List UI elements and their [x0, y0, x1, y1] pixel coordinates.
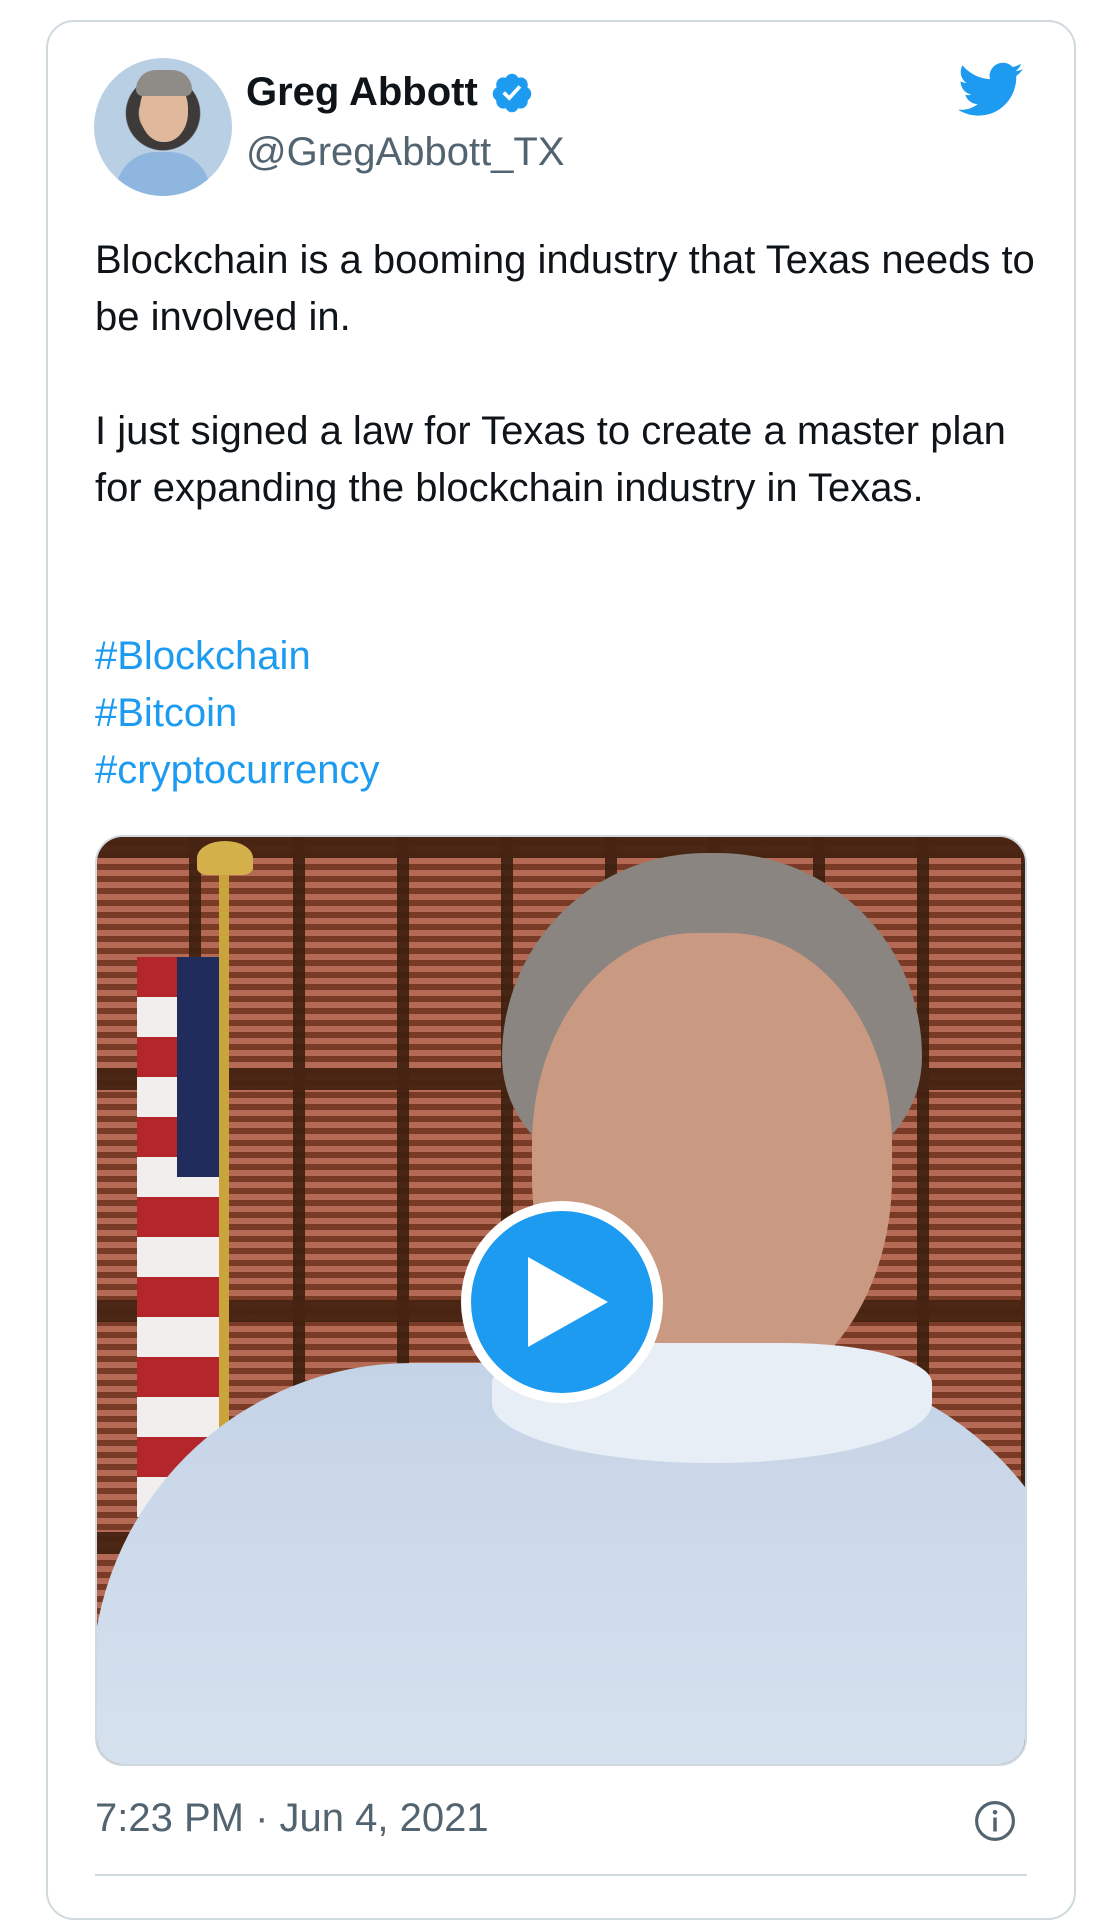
avatar-shirt [116, 152, 210, 196]
play-button[interactable] [461, 1201, 663, 1403]
author-handle[interactable]: @GregAbbott_TX [246, 130, 565, 175]
flag-eagle [197, 841, 253, 875]
tweet-timestamp[interactable]: 7:23 PM · Jun 4, 2021 [95, 1796, 489, 1841]
hashtag-link[interactable]: #Blockchain [95, 628, 380, 685]
author-name-row[interactable]: Greg Abbott [246, 70, 534, 115]
twitter-bird-icon[interactable] [958, 62, 1024, 118]
tweet-paragraph: Blockchain is a booming industry that Te… [95, 238, 1035, 339]
avatar-hair [136, 70, 192, 96]
tweet-paragraph: I just signed a law for Texas to create … [95, 409, 1006, 510]
verified-badge-icon [492, 73, 532, 112]
video-person [97, 843, 1025, 1764]
play-icon [528, 1257, 608, 1347]
video-player[interactable] [95, 835, 1027, 1766]
divider [95, 1874, 1027, 1876]
avatar[interactable] [94, 58, 232, 196]
hashtag-list: #Blockchain #Bitcoin #cryptocurrency [95, 628, 380, 799]
hashtag-link[interactable]: #Bitcoin [95, 685, 380, 742]
info-icon[interactable] [974, 1800, 1016, 1842]
hashtag-link[interactable]: #cryptocurrency [95, 742, 380, 799]
tweet-text: Blockchain is a booming industry that Te… [95, 232, 1035, 574]
author-name[interactable]: Greg Abbott [246, 70, 478, 115]
